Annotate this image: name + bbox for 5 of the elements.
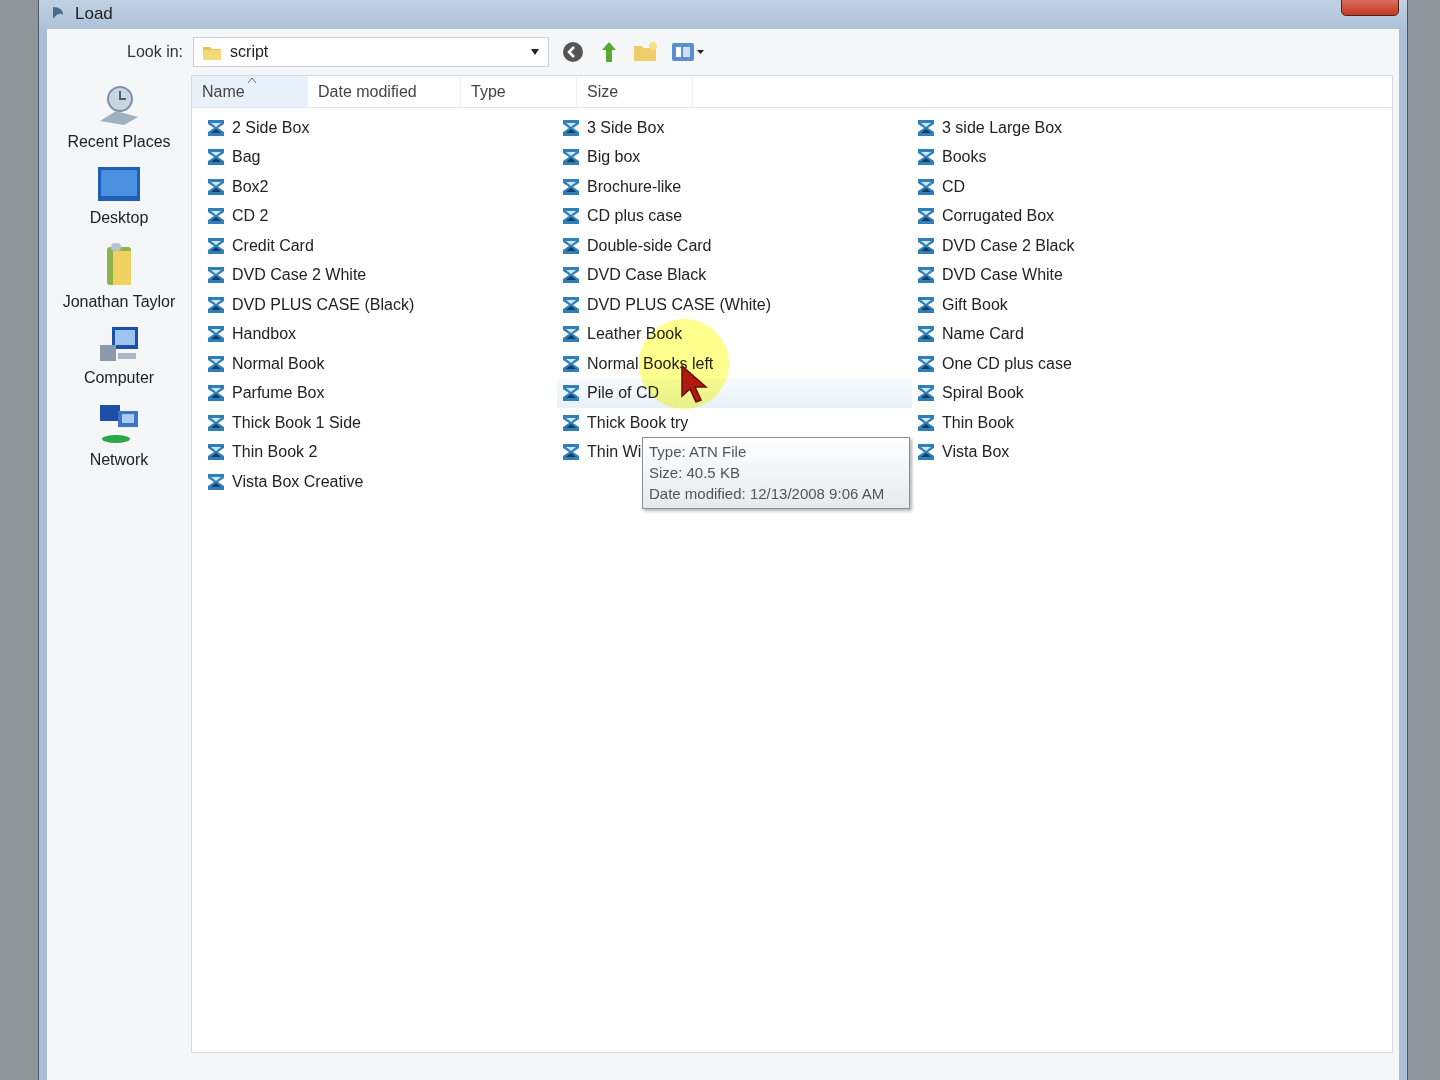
look-in-label: Look in:: [127, 43, 184, 61]
tooltip-line: Date modified: 12/13/2008 9:06 AM: [649, 484, 886, 504]
window-title: Load: [75, 4, 113, 24]
tooltip-line: Size: 40.5 KB: [649, 463, 741, 483]
tooltip-line: Type: ATN File: [649, 442, 748, 462]
